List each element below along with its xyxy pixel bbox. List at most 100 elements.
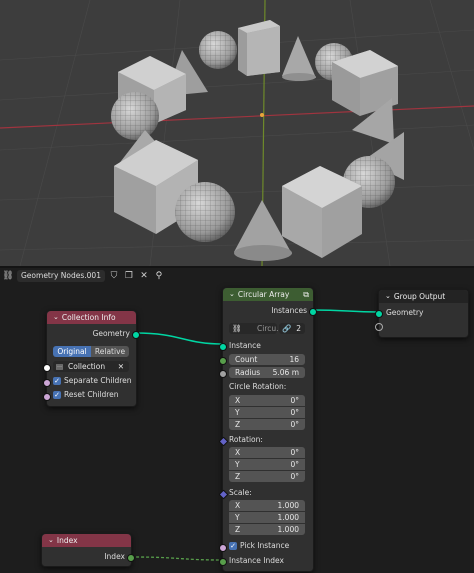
radius-label: Radius: [235, 368, 261, 377]
axis-value: 0°: [290, 408, 299, 417]
cone-mesh: [282, 36, 316, 81]
instances-output-socket[interactable]: [309, 308, 317, 316]
link-icon: 🔗: [282, 324, 292, 333]
world-origin: [260, 113, 264, 117]
clear-icon[interactable]: ✕: [118, 361, 124, 372]
instance-input-socket[interactable]: [219, 343, 227, 351]
reset-children-label: Reset Children: [64, 390, 119, 399]
node-group-selector[interactable]: ⛓ Circu...: [229, 323, 283, 334]
collection-info-title: Collection Info: [61, 313, 116, 322]
axis-label: X: [235, 396, 241, 405]
cube-mesh: [238, 20, 280, 76]
node-editor[interactable]: ⛓ Geometry Nodes.001 ⛉ ❐ ✕ ⚲ ⌄ Collectio…: [0, 268, 474, 573]
axis-value: 0°: [290, 420, 299, 429]
count-label: Count: [235, 355, 258, 364]
pick-instance-label: Pick Instance: [240, 541, 290, 550]
rotation-x-field[interactable]: X 0°: [229, 447, 305, 458]
radius-field[interactable]: Radius 5.06 m: [229, 367, 305, 378]
axis-value: 0°: [290, 460, 299, 469]
node-editor-header: ⛓ Geometry Nodes.001 ⛉ ❐ ✕ ⚲: [0, 268, 165, 284]
index-node-header[interactable]: ⌄ Index: [42, 534, 131, 547]
index-output-socket[interactable]: [127, 554, 135, 562]
pick-instance-checkbox[interactable]: ✓: [229, 542, 237, 550]
chevron-down-icon[interactable]: ⌄: [385, 290, 391, 303]
axis-value: 0°: [290, 448, 299, 457]
circular-array-title: Circular Array: [237, 290, 290, 299]
reset-children-checkbox[interactable]: ✓: [53, 391, 61, 399]
axis-value: 1.000: [277, 525, 299, 534]
mode-original-button[interactable]: Original: [53, 346, 91, 357]
axis-value: 0°: [290, 472, 299, 481]
instance-index-socket[interactable]: [219, 558, 227, 566]
circle-rotation-y-field[interactable]: Y 0°: [229, 407, 305, 418]
close-icon[interactable]: ✕: [138, 270, 150, 282]
count-value: 16: [289, 355, 299, 364]
collection-info-node[interactable]: ⌄ Collection Info Geometry Original Rela…: [43, 310, 140, 407]
axis-label: Y: [235, 460, 240, 469]
duplicate-icon[interactable]: ❐: [123, 270, 135, 282]
pick-instance-socket[interactable]: [219, 544, 227, 552]
sphere-mesh: [199, 31, 237, 69]
circular-array-header[interactable]: ⌄ Circular Array ⧉: [223, 288, 313, 301]
axis-value: 1.000: [277, 501, 299, 510]
chevron-down-icon[interactable]: ⌄: [53, 311, 59, 324]
instances-output-label: Instances: [271, 306, 307, 315]
geometry-input-socket[interactable]: [375, 310, 383, 318]
collection-field[interactable]: ▤ Collection ✕: [53, 361, 129, 372]
empty-input-socket[interactable]: [375, 323, 383, 331]
collection-icon: ▤: [56, 362, 64, 371]
scale-y-field[interactable]: Y 1.000: [229, 512, 305, 523]
group-output-node[interactable]: ⌄ Group Output Geometry: [375, 289, 469, 338]
node-editor-icon[interactable]: ⛓: [2, 270, 14, 282]
axis-label: X: [235, 501, 241, 510]
scale-socket[interactable]: [218, 489, 229, 500]
separate-children-checkbox[interactable]: ✓: [53, 377, 61, 385]
x-axis-line: [0, 105, 474, 129]
link-collection-to-circular: [135, 332, 223, 345]
rotation-y-field[interactable]: Y 0°: [229, 459, 305, 470]
pin-icon[interactable]: ⚲: [153, 270, 165, 282]
chevron-down-icon[interactable]: ⌄: [48, 534, 54, 547]
axis-label: Z: [235, 525, 241, 534]
mode-relative-button[interactable]: Relative: [91, 346, 129, 357]
scale-x-field[interactable]: X 1.000: [229, 500, 305, 511]
axis-value: 1.000: [277, 513, 299, 522]
circular-array-node[interactable]: ⌄ Circular Array ⧉ Instances ⛓ Circu... …: [218, 287, 317, 572]
sphere-mesh: [175, 182, 235, 242]
circle-rotation-label: Circle Rotation:: [229, 382, 287, 391]
rotation-socket[interactable]: [218, 436, 229, 447]
collection-input-socket[interactable]: [43, 364, 51, 372]
node-tree-name-field[interactable]: Geometry Nodes.001: [17, 270, 105, 282]
axis-value: 0°: [290, 396, 299, 405]
rotation-z-field[interactable]: Z 0°: [229, 471, 305, 482]
instance-input-label: Instance: [229, 341, 261, 350]
axis-label: Y: [235, 408, 240, 417]
node-group-icon: ⧉: [303, 290, 309, 299]
circle-rotation-x-field[interactable]: X 0°: [229, 395, 305, 406]
scale-label: Scale:: [229, 488, 252, 497]
link-index-to-instance-index: [130, 556, 223, 561]
radius-socket[interactable]: [219, 370, 227, 378]
group-output-header[interactable]: ⌄ Group Output: [379, 290, 468, 303]
scale-z-field[interactable]: Z 1.000: [229, 524, 305, 535]
reset-children-socket[interactable]: [43, 393, 51, 401]
user-count: 2: [296, 324, 301, 333]
count-field[interactable]: Count 16: [229, 354, 305, 365]
collection-field-label: Collection: [68, 362, 106, 371]
circle-rotation-z-field[interactable]: Z 0°: [229, 419, 305, 430]
geometry-input-label: Geometry: [386, 308, 424, 317]
3d-viewport[interactable]: [0, 0, 474, 266]
axis-label: Y: [235, 513, 240, 522]
index-node[interactable]: ⌄ Index Index: [41, 533, 135, 567]
radius-value: 5.06 m: [272, 368, 299, 377]
chevron-down-icon[interactable]: ⌄: [229, 288, 235, 301]
link-circular-to-output: [312, 309, 379, 313]
geometry-output-socket[interactable]: [132, 331, 140, 339]
count-socket[interactable]: [219, 357, 227, 365]
rotation-label: Rotation:: [229, 435, 263, 444]
shield-icon[interactable]: ⛉: [108, 270, 120, 282]
separate-children-socket[interactable]: [43, 379, 51, 387]
index-node-title: Index: [56, 536, 78, 545]
fake-user-field[interactable]: 🔗 2: [279, 323, 305, 334]
collection-info-header[interactable]: ⌄ Collection Info: [47, 311, 136, 324]
